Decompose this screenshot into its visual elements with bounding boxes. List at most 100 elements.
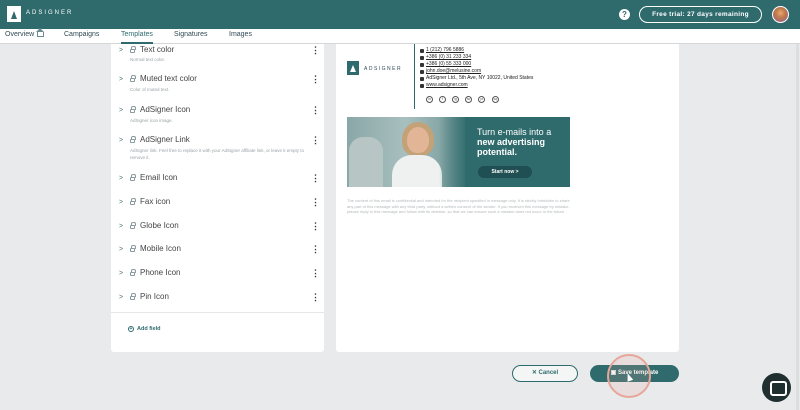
lock-icon	[130, 245, 136, 252]
add-field-label: Add field	[137, 326, 161, 332]
phone-icon	[420, 49, 424, 53]
woman-body	[392, 155, 442, 187]
field-description: Color of muted text.	[130, 87, 170, 92]
chevron-right-icon[interactable]: >	[119, 270, 123, 277]
signature-preview: ADSIGNER 1 (212) 796 5886 +386 (0) 31 23…	[336, 44, 679, 352]
cancel-button[interactable]: ✕ Cancel	[512, 365, 578, 382]
field-title: Globe Icon	[140, 221, 179, 230]
template-fields-panel: > Text color Normal text color. ⋮ > Mute…	[111, 44, 324, 352]
brand-name: ADSIGNER	[26, 10, 74, 16]
field-title: Pin Icon	[140, 292, 169, 301]
field-description: Normal text color.	[130, 57, 166, 62]
kebab-menu-icon[interactable]: ⋮	[311, 105, 320, 116]
phone-line[interactable]: 1 (212) 796 5886	[426, 47, 464, 53]
field-title: Fax icon	[140, 197, 171, 206]
field-description: AdSigner icon image.	[130, 118, 173, 123]
lock-icon	[130, 46, 136, 53]
adsigner-logo-icon[interactable]	[7, 6, 21, 22]
mobile-icon	[420, 56, 424, 60]
banner-line-2: new advertising	[477, 137, 546, 147]
lock-icon	[130, 75, 136, 82]
field-title: Text color	[140, 45, 175, 54]
kebab-menu-icon[interactable]: ⋮	[311, 221, 320, 232]
divider	[111, 312, 324, 313]
chevron-right-icon[interactable]: >	[119, 175, 123, 182]
kebab-menu-icon[interactable]: ⋮	[311, 45, 320, 56]
email-icon	[420, 70, 424, 74]
promo-banner[interactable]: Turn e-mails into a new advertising pote…	[347, 117, 570, 187]
start-now-button[interactable]: Start now >	[478, 166, 532, 178]
chevron-right-icon[interactable]: >	[119, 137, 123, 144]
add-field-button[interactable]: + Add field	[128, 326, 161, 332]
mobile-number: +386 (0) 31 233 334	[426, 54, 472, 60]
instagram-icon[interactable]: ig	[452, 96, 459, 103]
kebab-menu-icon[interactable]: ⋮	[311, 268, 320, 279]
pin-icon	[420, 77, 424, 81]
email-address: john.doe@melusine.com	[426, 68, 482, 74]
kebab-menu-icon[interactable]: ⋮	[311, 292, 320, 303]
twitter-icon[interactable]: tw	[465, 96, 472, 103]
adsigner-logo-icon	[347, 61, 359, 75]
lock-icon	[130, 198, 136, 205]
youtube-icon[interactable]: yt	[478, 96, 485, 103]
kebab-menu-icon[interactable]: ⋮	[311, 135, 320, 146]
fax-icon	[420, 63, 424, 67]
avatar[interactable]	[772, 6, 789, 23]
banner-line-3: potential.	[477, 147, 517, 157]
chevron-right-icon[interactable]: >	[119, 223, 123, 230]
nav-overview[interactable]: Overview	[5, 28, 45, 44]
fax-line[interactable]: +386 (0) 55 333 000	[426, 61, 471, 67]
fax-number: +386 (0) 55 333 000	[426, 61, 472, 67]
nav-campaigns[interactable]: Campaigns	[64, 31, 99, 44]
facebook-icon[interactable]: f	[439, 96, 446, 103]
field-title: AdSigner Link	[140, 135, 190, 144]
chevron-right-icon[interactable]: >	[119, 246, 123, 253]
preview-brand: ADSIGNER	[364, 66, 403, 72]
square-icon[interactable]: sq	[492, 96, 499, 103]
divider	[414, 44, 415, 109]
chat-icon[interactable]	[762, 373, 791, 402]
mobile-line[interactable]: +386 (0) 31 233 334	[426, 54, 471, 60]
kebab-menu-icon[interactable]: ⋮	[311, 244, 320, 255]
nav-images[interactable]: Images	[229, 31, 252, 44]
lock-icon	[130, 136, 136, 143]
nav-signatures[interactable]: Signatures	[174, 31, 207, 44]
nav-overview-label: Overview	[5, 31, 35, 38]
help-icon[interactable]: ?	[619, 9, 630, 20]
top-header: ADSIGNER ? Free trial: 27 days remaining	[0, 0, 800, 29]
email-line[interactable]: john.doe@melusine.com	[426, 68, 481, 74]
field-title: Phone Icon	[140, 268, 181, 277]
field-title: Muted text color	[140, 74, 197, 83]
free-trial-button[interactable]: Free trial: 27 days remaining	[639, 6, 762, 23]
main-nav: Overview Campaigns Templates Signatures …	[0, 28, 800, 44]
globe-icon	[420, 84, 424, 88]
field-title: Email Icon	[140, 173, 178, 182]
field-description: AdSigner link. Feel free to replace it w…	[130, 148, 305, 160]
lock-icon	[130, 222, 136, 229]
website-url: www.adsigner.com	[426, 82, 468, 88]
kebab-menu-icon[interactable]: ⋮	[311, 74, 320, 85]
kebab-menu-icon[interactable]: ⋮	[311, 197, 320, 208]
plus-circle-icon: +	[128, 326, 134, 332]
scrollbar[interactable]	[796, 44, 799, 410]
chevron-right-icon[interactable]: >	[119, 294, 123, 301]
chevron-right-icon[interactable]: >	[119, 107, 123, 114]
field-title: Mobile Icon	[140, 244, 181, 253]
lock-icon	[130, 174, 136, 181]
lock-icon	[130, 293, 136, 300]
disclaimer-text: The content of this email is confidentia…	[347, 198, 570, 214]
nav-templates[interactable]: Templates	[121, 31, 153, 44]
kebab-menu-icon[interactable]: ⋮	[311, 173, 320, 184]
banner-line-1: Turn e-mails into a	[477, 127, 552, 137]
lock-icon	[130, 269, 136, 276]
chevron-right-icon[interactable]: >	[119, 76, 123, 83]
linkedin-icon[interactable]: in	[426, 96, 433, 103]
chevron-right-icon[interactable]: >	[119, 199, 123, 206]
home-icon	[36, 28, 45, 37]
banner-gradient	[439, 117, 469, 187]
lock-icon	[130, 106, 136, 113]
address-line: AdSigner Ltd., 5th Ave, NY 10022, United…	[426, 75, 534, 81]
phone-number: 1 (212) 796 5886	[426, 47, 465, 53]
chevron-right-icon[interactable]: >	[119, 47, 123, 54]
website-line[interactable]: www.adsigner.com	[426, 82, 468, 88]
